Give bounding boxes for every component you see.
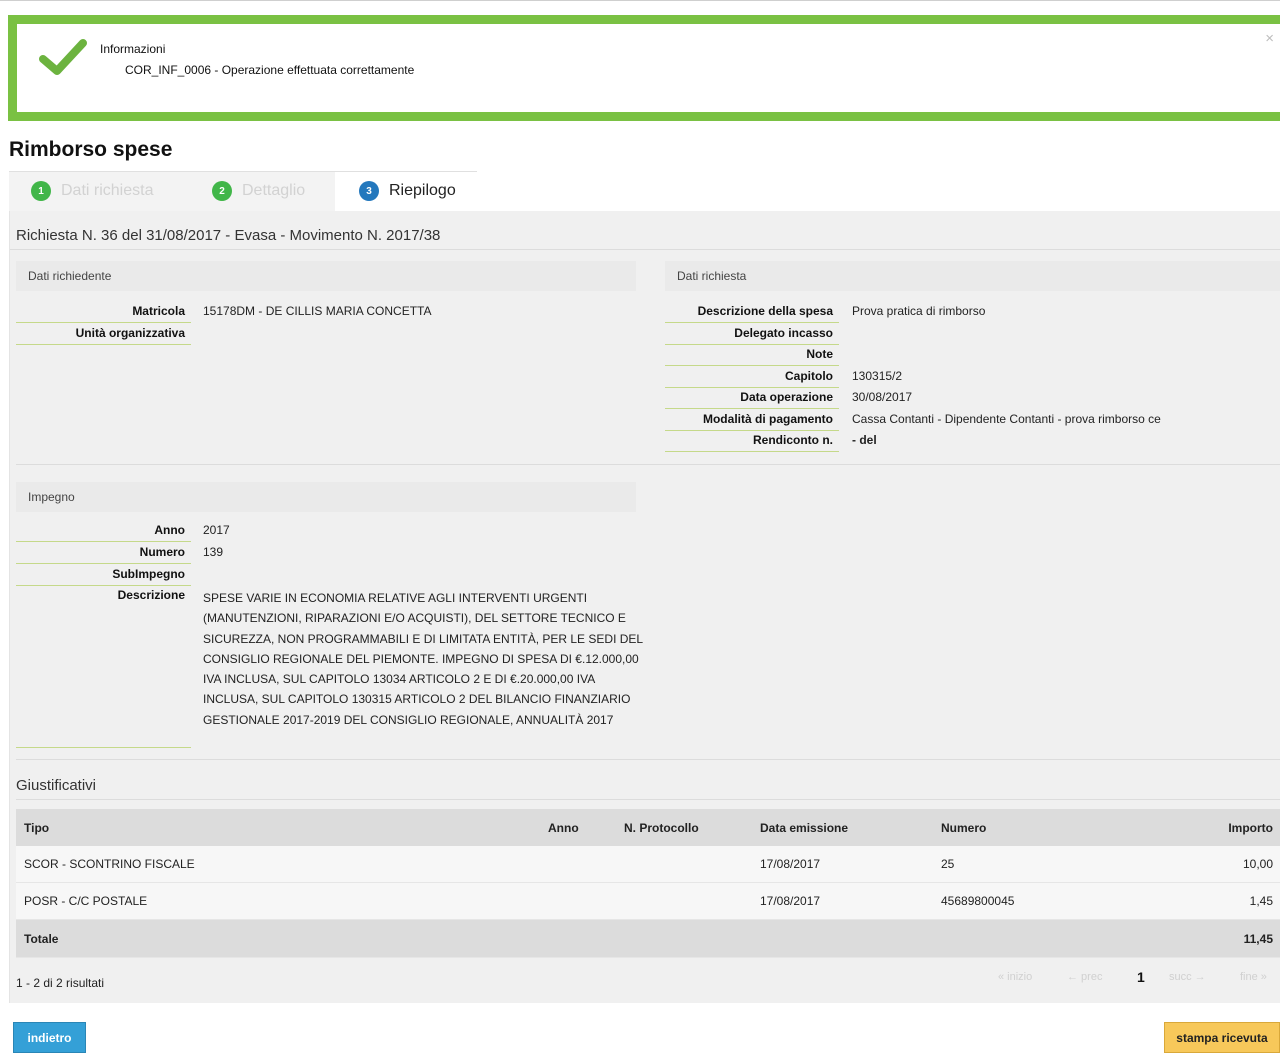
cell-numero: 45689800045 <box>933 882 1129 920</box>
step-label: Dati richiesta <box>61 182 154 199</box>
field-label: Matricola <box>16 302 191 323</box>
section-heading-richiedente: Dati richiedente <box>16 261 636 291</box>
field-value: Cassa Contanti - Dipendente Contanti - p… <box>852 412 1161 426</box>
field-label: Descrizione della spesa <box>665 302 839 323</box>
field-value: Prova pratica di rimborso <box>852 304 986 318</box>
cell-anno <box>540 882 616 920</box>
field-label: Descrizione <box>16 586 191 748</box>
checkmark-icon <box>39 39 87 75</box>
column-header-data-emissione[interactable]: Data emissione <box>752 809 933 846</box>
divider <box>16 759 1280 760</box>
field-value: 2017 <box>203 523 230 537</box>
step-dati-richiesta[interactable]: 1 Dati richiesta <box>31 181 153 201</box>
step-number-badge: 1 <box>31 181 51 201</box>
table-header-row: Tipo Anno N. Protocollo Data emissione N… <box>16 809 1280 846</box>
total-value: 11,45 <box>1129 919 1280 958</box>
wizard-steps: 1 Dati richiesta 2 Dettaglio 3 Riepilogo <box>9 171 477 212</box>
step-riepilogo[interactable]: 3 Riepilogo <box>359 181 456 201</box>
section-heading-impegno: Impegno <box>16 482 636 512</box>
field-label: Delegato incasso <box>665 324 839 345</box>
field-value: - del <box>852 433 877 447</box>
divider <box>10 249 1280 250</box>
impegno-description: SPESE VARIE IN ECONOMIA RELATIVE AGLI IN… <box>203 591 643 727</box>
pager-current-page[interactable]: 1 <box>1137 969 1145 985</box>
results-count: 1 - 2 di 2 risultati <box>16 976 105 990</box>
divider <box>16 464 1280 465</box>
field-label: Anno <box>16 521 191 542</box>
column-header-importo[interactable]: Importo <box>1129 809 1280 846</box>
cell-importo: 1,45 <box>1129 882 1280 920</box>
step-label: Riepilogo <box>389 182 456 199</box>
field-value: 130315/2 <box>852 369 903 383</box>
field-value: 30/08/2017 <box>852 390 913 404</box>
field-label: Rendiconto n. <box>665 431 839 452</box>
cell-protocollo <box>616 882 752 920</box>
field-label: Data operazione <box>665 388 839 409</box>
field-label: Capitolo <box>665 367 839 388</box>
back-button[interactable]: indietro <box>13 1022 86 1053</box>
pager-next[interactable]: succ → <box>1169 971 1206 983</box>
info-message: Informazioni COR_INF_0006 - Operazione e… <box>8 15 1280 121</box>
cell-tipo: SCOR - SCONTRINO FISCALE <box>16 846 540 883</box>
cell-data: 17/08/2017 <box>752 846 933 883</box>
page-title: Rimborso spese <box>9 138 173 161</box>
table-row: POSR - C/C POSTALE 17/08/2017 4568980004… <box>16 882 1280 920</box>
column-header-numero[interactable]: Numero <box>933 809 1129 846</box>
step-number-badge: 3 <box>359 181 379 201</box>
field-value: 15178DM - DE CILLIS MARIA CONCETTA <box>203 304 432 318</box>
column-header-protocollo[interactable]: N. Protocollo <box>616 809 752 846</box>
message-title: Informazioni <box>100 42 166 56</box>
close-icon[interactable]: × <box>1265 30 1274 47</box>
column-header-tipo[interactable]: Tipo <box>16 809 540 846</box>
step-number-badge: 2 <box>212 181 232 201</box>
cell-tipo: POSR - C/C POSTALE <box>16 882 540 920</box>
field-value: 139 <box>203 545 224 559</box>
message-text: COR_INF_0006 - Operazione effettuata cor… <box>125 63 415 77</box>
request-title: Richiesta N. 36 del 31/08/2017 - Evasa -… <box>16 227 441 244</box>
window-top-border <box>0 0 1280 9</box>
cell-anno <box>540 846 616 883</box>
summary-panel: Richiesta N. 36 del 31/08/2017 - Evasa -… <box>9 211 1280 1003</box>
pager-last[interactable]: fine » <box>1240 971 1267 983</box>
cell-importo: 10,00 <box>1129 846 1280 883</box>
print-receipt-button[interactable]: stampa ricevuta <box>1164 1022 1280 1053</box>
total-label: Totale <box>16 919 540 958</box>
cell-protocollo <box>616 846 752 883</box>
section-heading-giustificativi: Giustificativi <box>16 777 97 794</box>
table-row: SCOR - SCONTRINO FISCALE 17/08/2017 25 1… <box>16 846 1280 883</box>
field-label: SubImpegno <box>16 565 191 586</box>
pager-prev[interactable]: ← prec <box>1067 971 1102 983</box>
table-total-row: Totale 11,45 <box>16 919 1280 958</box>
giustificativi-table: Tipo Anno N. Protocollo Data emissione N… <box>16 809 1280 958</box>
cell-data: 17/08/2017 <box>752 882 933 920</box>
section-heading-richiesta: Dati richiesta <box>665 261 1280 291</box>
pager-first[interactable]: « inizio <box>998 971 1032 983</box>
step-dettaglio[interactable]: 2 Dettaglio <box>212 181 305 201</box>
field-label: Numero <box>16 543 191 564</box>
step-label: Dettaglio <box>242 182 306 199</box>
field-label: Modalità di pagamento <box>665 410 839 431</box>
divider <box>16 799 1280 800</box>
field-label: Unità organizzativa <box>16 324 191 345</box>
cell-numero: 25 <box>933 846 1129 883</box>
field-label: Note <box>665 345 839 366</box>
column-header-anno[interactable]: Anno <box>540 809 616 846</box>
